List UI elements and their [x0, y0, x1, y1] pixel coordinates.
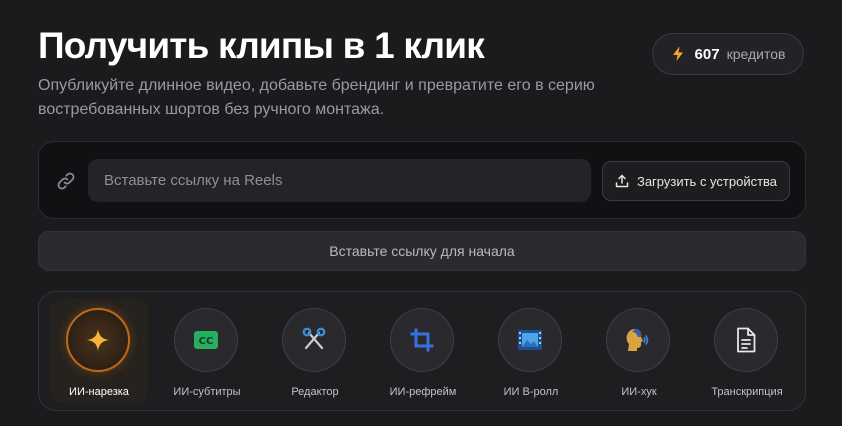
tool-label: ИИ-субтитры [173, 386, 241, 398]
tool-label: ИИ-рефрейм [389, 386, 457, 398]
page-title: Получить клипы в 1 клик [38, 25, 485, 66]
credits-label: кредитов [726, 46, 786, 62]
page-subtitle: Опубликуйте длинное видео, добавьте брен… [38, 77, 595, 118]
credits-badge[interactable]: 607 кредитов [652, 33, 804, 75]
tool-ai-subtitles[interactable]: CC ИИ-субтитры [158, 299, 256, 403]
tool-icon-circle [282, 308, 346, 372]
tool-label: ИИ B-ролл [503, 386, 559, 398]
tool-label: ИИ-хук [621, 386, 657, 398]
credits-count: 607 [694, 45, 720, 63]
closed-captions-icon: CC [193, 330, 219, 350]
reels-url-input[interactable] [88, 159, 591, 202]
sparkle-icon [86, 328, 110, 352]
tool-editor[interactable]: Редактор [266, 299, 364, 403]
tool-icon-circle [390, 308, 454, 372]
lightning-bolt-icon [671, 47, 685, 61]
tool-icon-circle [606, 308, 670, 372]
tools-panel: ИИ-нарезка CC ИИ-субтитры Редактор ИИ-ре… [38, 291, 806, 411]
tool-ai-hook[interactable]: ИИ-хук [590, 299, 688, 403]
scissors-icon [301, 327, 327, 353]
start-button[interactable]: Вставьте ссылку для начала [38, 231, 806, 271]
tool-ai-broll[interactable]: ИИ B-ролл [482, 299, 580, 403]
tool-icon-circle [714, 308, 778, 372]
tool-label: Транскрипция [711, 386, 783, 398]
tool-ai-reframe[interactable]: ИИ-рефрейм [374, 299, 472, 403]
upload-button-label: Загрузить с устройства [636, 173, 778, 189]
tool-ai-cutting[interactable]: ИИ-нарезка [50, 299, 148, 403]
document-icon [735, 327, 757, 353]
svg-text:CC: CC [199, 336, 214, 347]
tool-icon-circle [498, 308, 562, 372]
tool-icon-circle [66, 308, 130, 372]
tool-label: Редактор [291, 386, 339, 398]
upload-icon [615, 174, 629, 188]
speaking-head-icon [625, 327, 651, 353]
upload-from-device-button[interactable]: Загрузить с устройства [602, 161, 790, 201]
tool-transcription[interactable]: Транскрипция [698, 299, 796, 403]
tool-label: ИИ-нарезка [69, 386, 129, 398]
film-clip-icon [517, 329, 543, 351]
url-input-panel: Загрузить с устройства [38, 141, 806, 219]
link-icon [55, 170, 77, 192]
crop-frame-icon [410, 328, 434, 352]
tool-icon-circle: CC [174, 308, 238, 372]
